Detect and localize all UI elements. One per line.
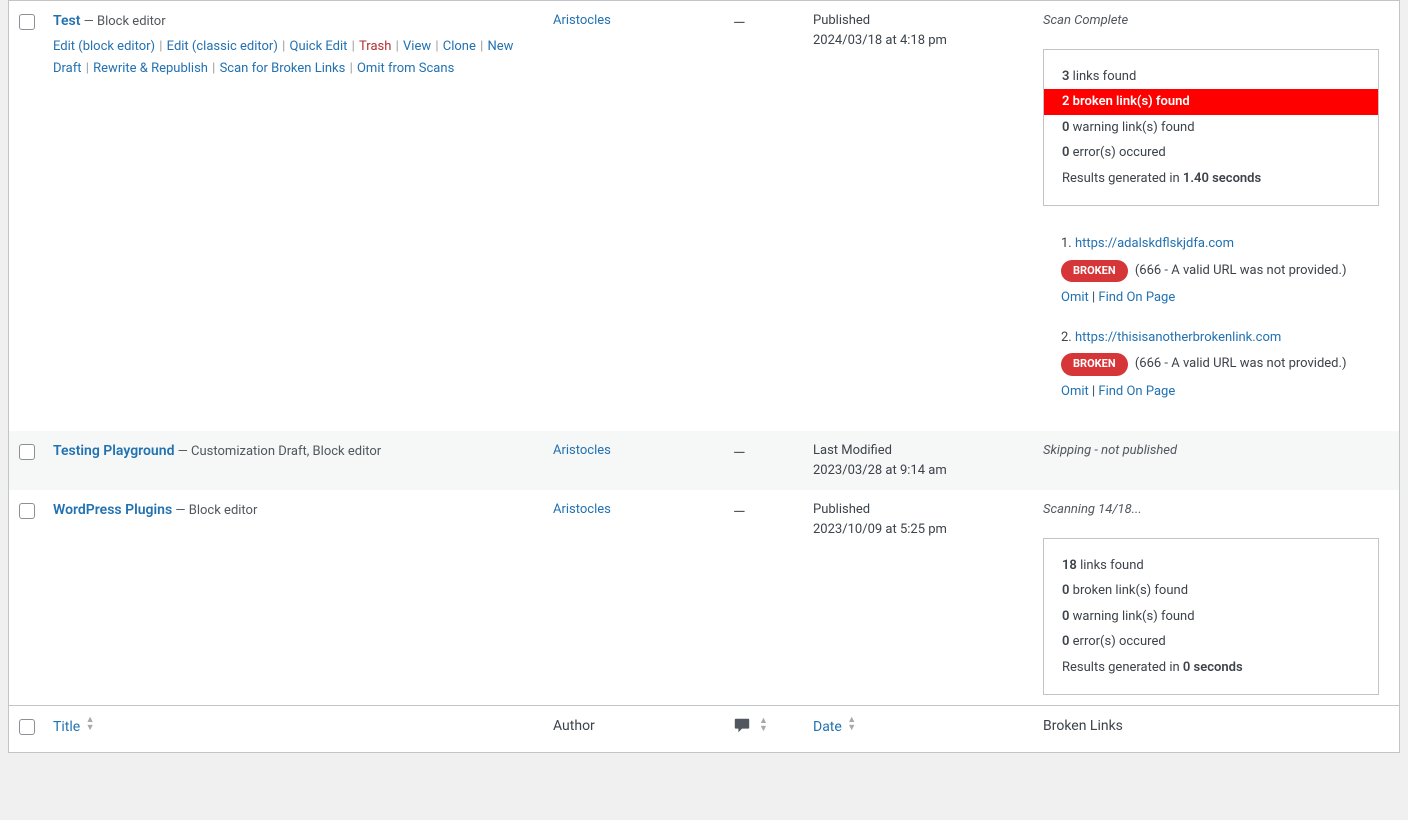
edit-block-link[interactable]: Edit (block editor) (53, 39, 155, 54)
trash-link[interactable]: Trash (359, 39, 391, 54)
omit-from-scans-link[interactable]: Omit from Scans (357, 61, 454, 76)
post-title-link[interactable]: Testing Playground (53, 443, 174, 459)
scan-broken-links-link[interactable]: Scan for Broken Links (220, 61, 346, 76)
links-found-count: 18 (1062, 558, 1077, 573)
sort-icon: ▲▼ (847, 716, 856, 732)
date-label: Last Modified (813, 443, 892, 458)
scan-summary-box: 3 links found 2 broken link(s) found 0 w… (1043, 49, 1379, 207)
select-all-checkbox[interactable] (19, 719, 35, 735)
column-broken-links: Broken Links (1033, 706, 1399, 753)
column-date-sort[interactable]: Date ▲▼ (813, 719, 856, 735)
broken-badge: BROKEN (1061, 353, 1128, 376)
date-value: 2023/03/28 at 9:14 am (813, 463, 947, 478)
broken-link-item: 2. https://thisisanotherbrokenlink.com B… (1043, 328, 1379, 402)
date-value: 2024/03/18 at 4:18 pm (813, 33, 947, 48)
column-author: Author (543, 706, 723, 753)
quick-edit-link[interactable]: Quick Edit (290, 39, 348, 54)
link-number: 2. (1061, 330, 1072, 345)
table-row: Testing Playground — Customization Draft… (9, 431, 1399, 490)
date-label: Published (813, 13, 870, 28)
column-title-sort[interactable]: Title ▲▼ (53, 719, 95, 735)
broken-link-message: (666 - A valid URL was not provided.) (1135, 356, 1347, 371)
broken-link-item: 1. https://adalskdflskjdfa.com BROKEN (6… (1043, 234, 1379, 308)
clone-link[interactable]: Clone (443, 39, 476, 54)
table-footer-row: Title ▲▼ Author ▲▼ Date ▲▼ Broken Links (9, 706, 1399, 753)
sort-icon: ▲▼ (759, 717, 768, 733)
sort-icon: ▲▼ (86, 716, 95, 732)
date-value: 2023/10/09 at 5:25 pm (813, 522, 947, 537)
author-link[interactable]: Aristocles (553, 443, 611, 458)
scan-summary-box: 18 links found 0 broken link(s) found 0 … (1043, 538, 1379, 696)
post-title-link[interactable]: WordPress Plugins (53, 502, 172, 518)
link-number: 1. (1061, 236, 1072, 251)
broken-link-url[interactable]: https://adalskdflskjdfa.com (1075, 236, 1234, 251)
broken-badge: BROKEN (1061, 260, 1128, 283)
scan-status: Skipping - not published (1043, 443, 1177, 458)
omit-link[interactable]: Omit (1061, 384, 1089, 399)
posts-table: Test — Block editor Edit (block editor) … (9, 1, 1399, 752)
date-label: Published (813, 502, 870, 517)
post-title-suffix: — Block editor (172, 503, 257, 518)
comment-icon (733, 716, 751, 734)
row-actions: Edit (block editor) | Edit (classic edit… (53, 36, 523, 80)
find-on-page-link[interactable]: Find On Page (1098, 384, 1175, 399)
results-seconds: 1.40 (1183, 171, 1209, 186)
author-link[interactable]: Aristocles (553, 13, 611, 28)
scan-status: Scan Complete (1043, 13, 1128, 28)
rewrite-republish-link[interactable]: Rewrite & Republish (93, 61, 208, 76)
post-title-suffix: — Block editor (80, 14, 165, 29)
broken-link-message: (666 - A valid URL was not provided.) (1135, 263, 1347, 278)
select-row-checkbox[interactable] (19, 503, 35, 519)
post-title-suffix: — Customization Draft, Block editor (174, 444, 381, 459)
author-link[interactable]: Aristocles (553, 502, 611, 517)
omit-link[interactable]: Omit (1061, 290, 1089, 305)
find-on-page-link[interactable]: Find On Page (1098, 290, 1175, 305)
comments-dash: — (723, 490, 803, 706)
comments-dash: — (723, 1, 803, 431)
broken-links-list: 1. https://adalskdflskjdfa.com BROKEN (6… (1043, 234, 1379, 401)
table-row: Test — Block editor Edit (block editor) … (9, 1, 1399, 431)
view-link[interactable]: View (403, 39, 431, 54)
column-comments-sort[interactable]: ▲▼ (733, 716, 768, 734)
edit-classic-link[interactable]: Edit (classic editor) (167, 39, 278, 54)
table-row: WordPress Plugins — Block editor Aristoc… (9, 490, 1399, 706)
post-title-link[interactable]: Test (53, 13, 80, 29)
broken-link-url[interactable]: https://thisisanotherbrokenlink.com (1075, 330, 1281, 345)
scan-status: Scanning 14/18... (1043, 502, 1142, 517)
select-row-checkbox[interactable] (19, 14, 35, 30)
comments-dash: — (723, 431, 803, 490)
select-row-checkbox[interactable] (19, 444, 35, 460)
